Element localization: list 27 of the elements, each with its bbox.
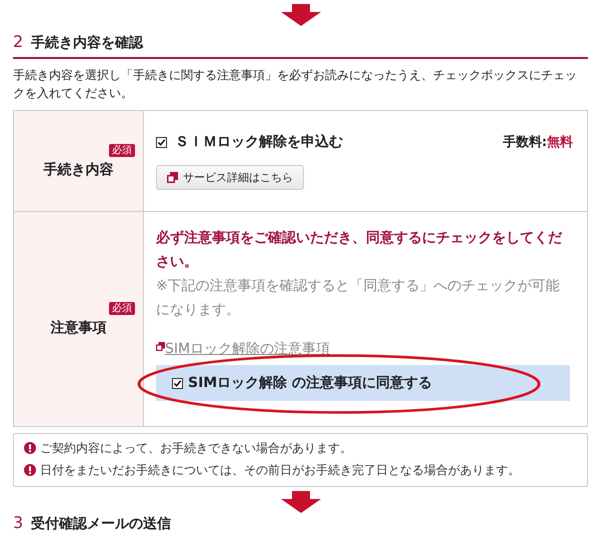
section-number: 3 bbox=[13, 514, 24, 532]
exclamation-icon bbox=[24, 464, 36, 476]
hint-text: ※下記の注意事項を確認すると「同意する」へのチェックが可能になります。 bbox=[156, 277, 561, 320]
row-label: 手続き内容 bbox=[44, 160, 114, 178]
fee-value: 無料 bbox=[547, 134, 573, 151]
exclamation-icon bbox=[24, 442, 36, 454]
required-badge: 必須 bbox=[109, 302, 135, 314]
section-number: 2 bbox=[13, 32, 24, 51]
down-arrow-icon bbox=[280, 491, 320, 513]
required-badge: 必須 bbox=[109, 144, 135, 156]
checkbox-icon bbox=[172, 378, 183, 388]
row-label: 注意事項 bbox=[50, 318, 106, 336]
service-detail-button[interactable]: サービス詳細はこちら bbox=[156, 165, 304, 190]
notes-link[interactable]: SIMロック解除の注意事項 bbox=[165, 340, 330, 358]
section-title: 手続き内容を確認 bbox=[31, 34, 144, 52]
agree-checkbox-row[interactable]: SIMロック解除 の注意事項に同意する bbox=[156, 365, 570, 401]
procedure-checkbox[interactable]: ＳＩＭロック解除を申込む bbox=[156, 133, 343, 151]
fee-label: 手数料: bbox=[502, 134, 547, 151]
window-icon bbox=[167, 172, 178, 183]
checkbox-icon bbox=[156, 136, 167, 148]
down-arrow-icon bbox=[280, 4, 320, 26]
section-title: 受付確認メールの送信 bbox=[31, 515, 172, 533]
intro-text: 手続き内容を選択し「手続きに関する注意事項」を必ずお読みになったうえ、チェックボックスにチェックを入れてください。 bbox=[13, 67, 578, 102]
warning-text: 必ず注意事項をご確認いただき、同意するにチェックをしてください。 bbox=[156, 228, 564, 272]
window-icon bbox=[156, 342, 165, 351]
notice-text: ご契約内容によって、お手続きできない場合があります。 bbox=[40, 440, 352, 457]
notice-text: 日付をまたいだお手続きについては、その前日がお手続き完了日となる場合があります。 bbox=[40, 462, 520, 479]
